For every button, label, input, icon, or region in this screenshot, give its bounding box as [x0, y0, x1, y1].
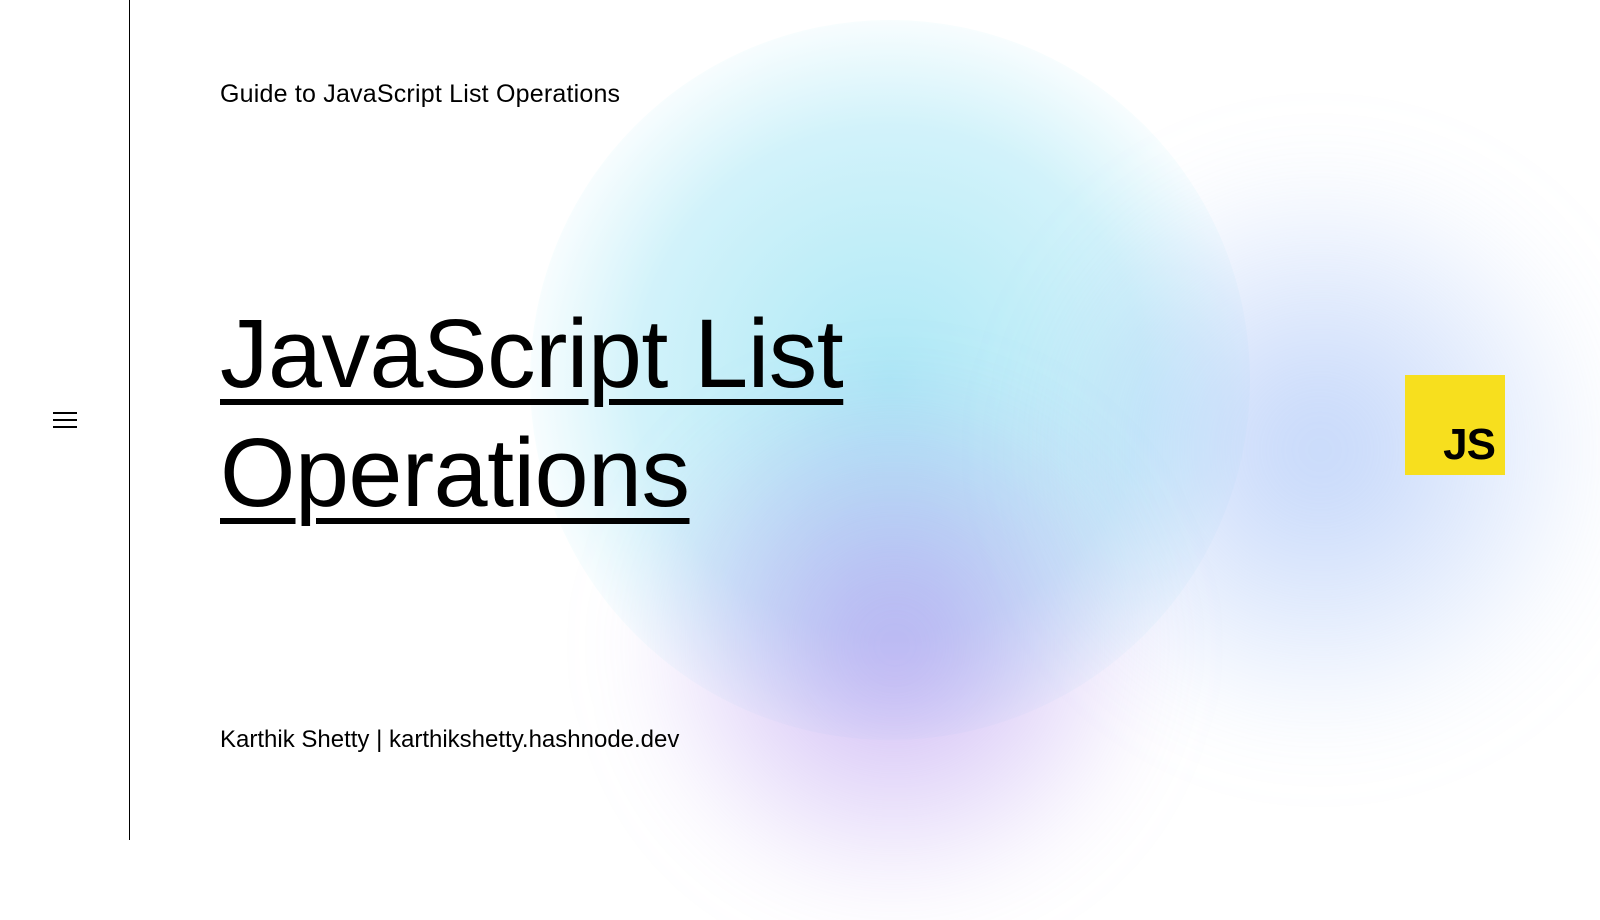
javascript-logo-text: JS — [1443, 423, 1495, 467]
sidebar — [0, 0, 130, 840]
content-area: Guide to JavaScript List Operations Java… — [220, 80, 1120, 533]
javascript-logo: JS — [1405, 375, 1505, 475]
author-byline: Karthik Shetty | karthikshetty.hashnode.… — [220, 726, 679, 754]
main-title: JavaScript List Operations — [220, 294, 1120, 533]
subtitle: Guide to JavaScript List Operations — [220, 80, 1120, 109]
menu-icon[interactable] — [53, 412, 77, 428]
